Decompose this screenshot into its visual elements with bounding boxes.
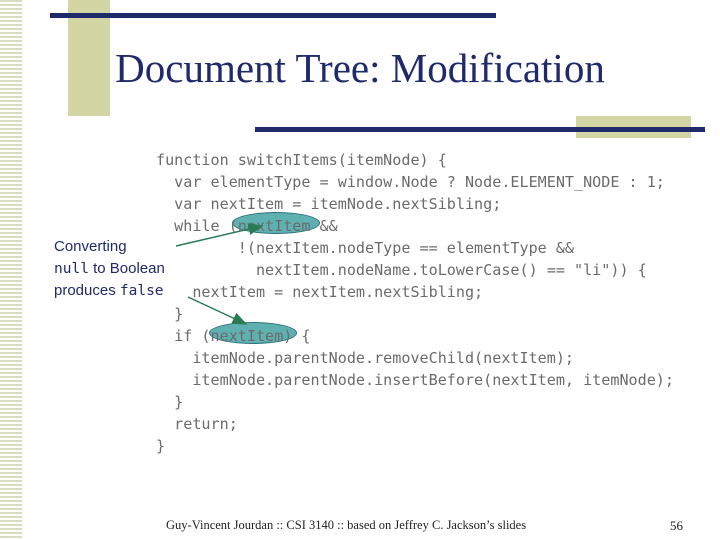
code-line: }: [156, 305, 184, 323]
annotation-callout: Converting null to Boolean produces fals…: [54, 236, 165, 302]
code-line: if (nextItem) {: [156, 327, 311, 345]
top-accent-bar: [50, 13, 496, 18]
code-block: function switchItems(itemNode) { var ele…: [156, 149, 674, 457]
slide-title: Document Tree: Modification: [0, 44, 720, 92]
right-accent-bar: [255, 127, 705, 132]
code-line: var nextItem = itemNode.nextSibling;: [156, 195, 502, 213]
annotation-produces: produces: [54, 282, 120, 299]
code-line: while (nextItem &&: [156, 217, 338, 235]
code-line: nextItem = nextItem.nextSibling;: [156, 283, 484, 301]
annotation-null-keyword: null: [54, 261, 89, 277]
annotation-line-2: null to Boolean: [54, 258, 165, 280]
code-line: }: [156, 437, 166, 455]
code-line: nextItem.nodeName.toLowerCase() == "li")…: [156, 261, 647, 279]
code-line: !(nextItem.nodeType == elementType &&: [156, 239, 575, 257]
code-line: itemNode.parentNode.insertBefore(nextIte…: [156, 371, 674, 389]
code-line: function switchItems(itemNode) {: [156, 151, 447, 169]
page-number: 56: [670, 518, 683, 533]
code-line: }: [156, 393, 184, 411]
code-line: var elementType = window.Node ? Node.ELE…: [156, 173, 665, 191]
slide-footer: Guy-Vincent Jourdan :: CSI 3140 :: based…: [166, 518, 527, 532]
code-line: itemNode.parentNode.removeChild(nextItem…: [156, 349, 575, 367]
annotation-line-1: Converting: [54, 238, 127, 255]
code-line: return;: [156, 415, 238, 433]
annotation-false-keyword: false: [119, 283, 164, 299]
annotation-to-boolean: to Boolean: [88, 260, 165, 277]
slide-title-text: Document Tree: Modification: [115, 45, 605, 91]
annotation-line-3: produces false: [54, 280, 165, 302]
